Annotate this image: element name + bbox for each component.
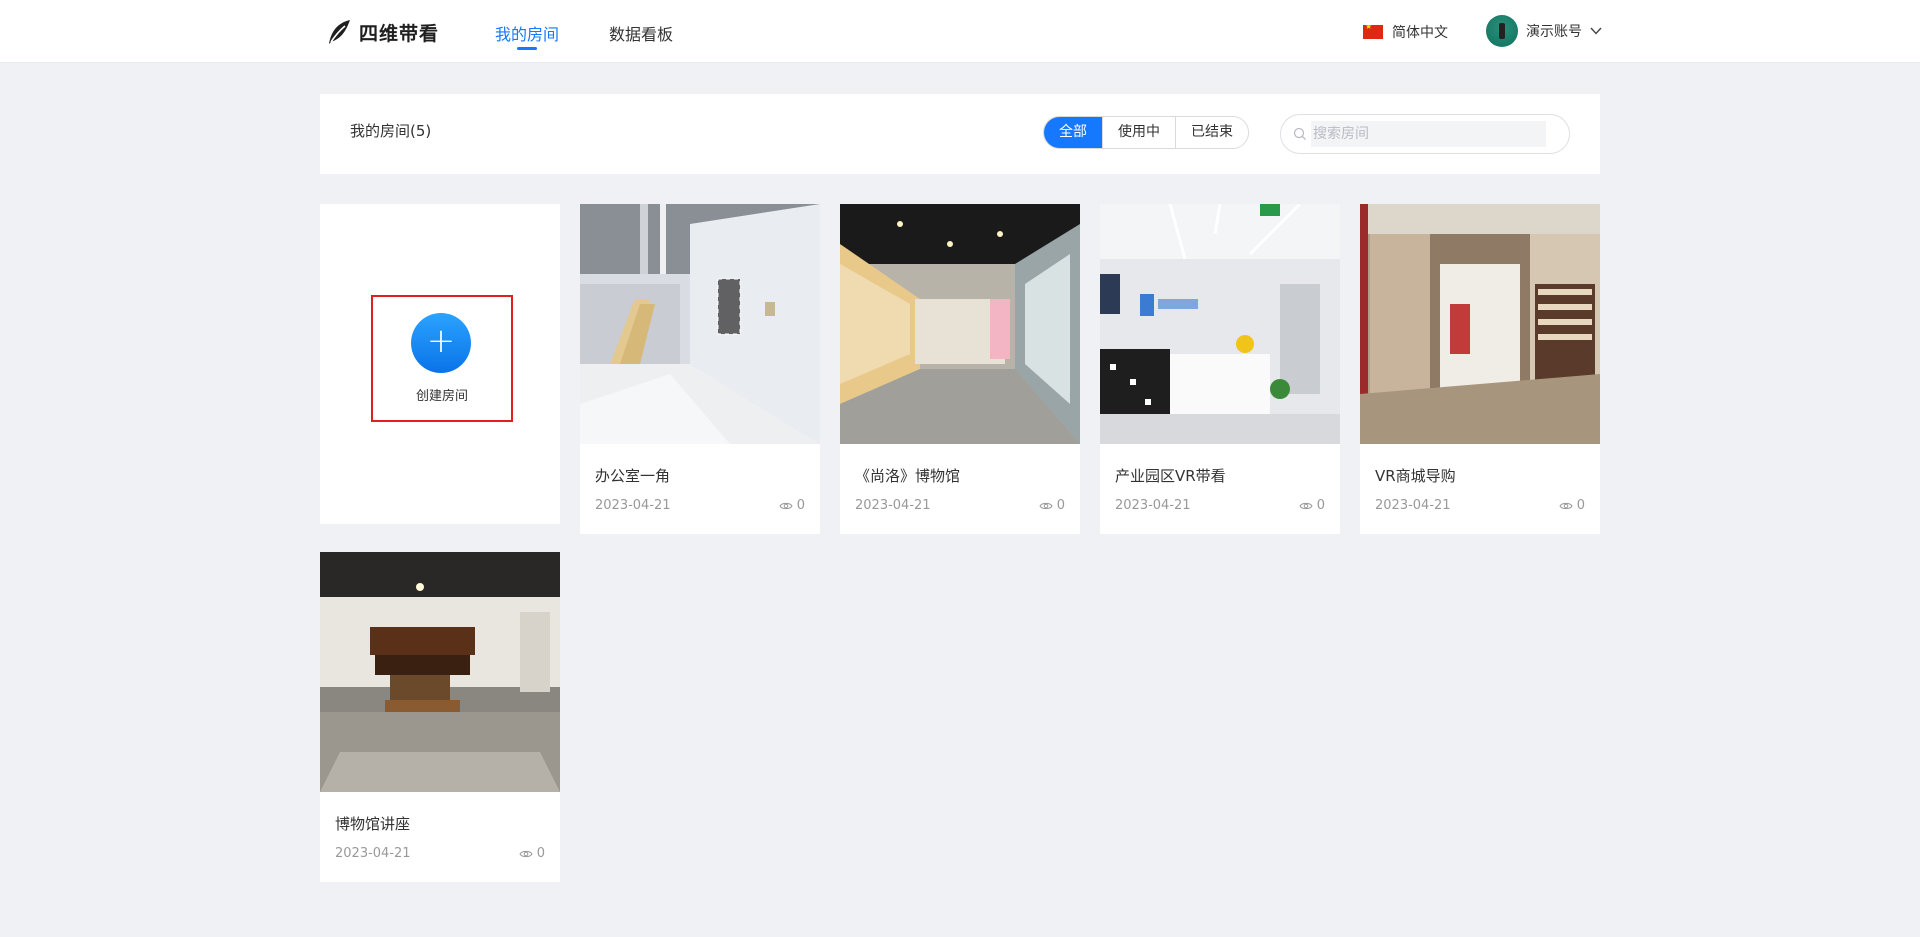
- room-thumbnail-image: [840, 204, 1080, 444]
- room-view-count: 0: [1056, 498, 1065, 513]
- logo[interactable]: 四维带看: [325, 17, 439, 47]
- filter-in-use-button[interactable]: 使用中: [1102, 117, 1175, 148]
- create-room-card: + 创建房间: [320, 204, 560, 524]
- account-name: 演示账号: [1526, 24, 1582, 40]
- page-title: 我的房间(5): [350, 122, 432, 140]
- eye-icon: [1039, 502, 1053, 509]
- room-name: VR商城导购: [1375, 467, 1456, 485]
- room-card[interactable]: 办公室一角 2023-04-21 0: [580, 204, 820, 534]
- room-views: 0: [1299, 498, 1325, 513]
- tab-my-rooms[interactable]: 我的房间: [495, 21, 560, 50]
- search-box[interactable]: [1280, 114, 1570, 154]
- logo-text: 四维带看: [359, 22, 440, 45]
- status-filter-group: 全部 使用中 已结束: [1043, 116, 1249, 149]
- room-date: 2023-04-21: [855, 498, 931, 513]
- filter-all-button[interactable]: 全部: [1044, 117, 1102, 148]
- tab-data-board[interactable]: 数据看板: [609, 21, 673, 45]
- language-label: 简体中文: [1392, 25, 1448, 41]
- top-navbar: 四维带看 我的房间 数据看板 简体中文 演示账号: [0, 0, 1920, 63]
- room-name: 《尚洛》博物馆: [855, 467, 961, 485]
- room-views: 0: [519, 846, 545, 861]
- eye-icon: [1559, 502, 1573, 509]
- room-date: 2023-04-21: [1115, 498, 1191, 513]
- active-tab-indicator: [517, 47, 537, 50]
- rooms-header-panel: 我的房间(5) 全部 使用中 已结束: [320, 94, 1600, 174]
- room-date: 2023-04-21: [1375, 498, 1451, 513]
- room-view-count: 0: [536, 846, 545, 861]
- room-view-count: 0: [1576, 498, 1585, 513]
- china-flag-icon: [1363, 25, 1383, 39]
- plus-icon: +: [411, 313, 471, 373]
- room-name: 产业园区VR带看: [1115, 467, 1226, 485]
- room-date: 2023-04-21: [335, 846, 411, 861]
- room-view-count: 0: [1316, 498, 1325, 513]
- room-name: 办公室一角: [595, 467, 671, 485]
- room-thumbnail-image: [320, 552, 560, 792]
- create-room-label: 创建房间: [415, 389, 468, 404]
- room-thumbnail-image: [580, 204, 820, 444]
- room-view-count: 0: [796, 498, 805, 513]
- room-name: 博物馆讲座: [335, 815, 411, 833]
- account-menu[interactable]: 演示账号: [1486, 15, 1602, 47]
- room-thumbnail-image: [1100, 204, 1340, 444]
- room-card[interactable]: VR商城导购 2023-04-21 0: [1360, 204, 1600, 534]
- room-card[interactable]: 博物馆讲座 2023-04-21 0: [320, 552, 560, 882]
- room-thumbnail-image: [1360, 204, 1600, 444]
- room-date: 2023-04-21: [595, 498, 671, 513]
- eye-icon: [519, 850, 533, 857]
- chevron-down-icon: [1590, 27, 1602, 35]
- room-views: 0: [1559, 498, 1585, 513]
- search-input[interactable]: [1311, 121, 1546, 147]
- language-selector[interactable]: 简体中文: [1363, 22, 1448, 42]
- tab-data-board-label: 数据看板: [609, 25, 674, 44]
- search-icon: [1293, 127, 1306, 140]
- room-card[interactable]: 产业园区VR带看 2023-04-21 0: [1100, 204, 1340, 534]
- eye-icon: [1299, 502, 1313, 509]
- tab-my-rooms-label: 我的房间: [495, 25, 560, 44]
- room-views: 0: [1039, 498, 1065, 513]
- eye-icon: [779, 502, 793, 509]
- create-room-button[interactable]: + 创建房间: [371, 295, 513, 422]
- room-card[interactable]: 《尚洛》博物馆 2023-04-21 0: [840, 204, 1080, 534]
- avatar: [1486, 15, 1518, 47]
- logo-leaf-icon: [329, 20, 350, 44]
- filter-ended-button[interactable]: 已结束: [1175, 117, 1248, 148]
- room-views: 0: [779, 498, 805, 513]
